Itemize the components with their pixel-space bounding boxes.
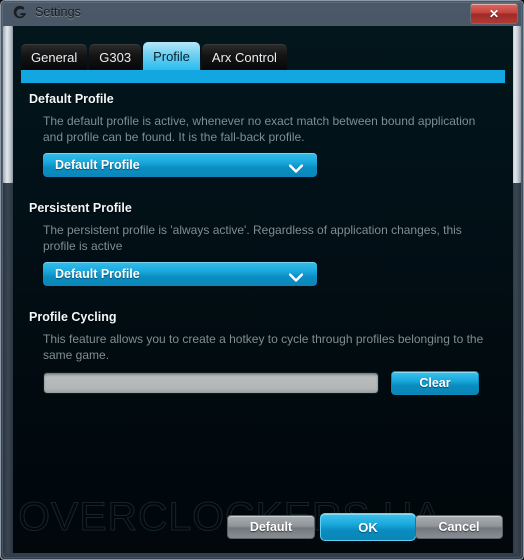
section-description-default-profile: The default profile is active, whenever … xyxy=(43,114,476,144)
close-icon: ✕ xyxy=(488,6,500,21)
title-bar: Settings ✕ xyxy=(1,1,523,25)
ok-button[interactable]: OK xyxy=(320,513,416,541)
tab-profile[interactable]: Profile xyxy=(143,42,200,70)
tab-general[interactable]: General xyxy=(21,44,88,70)
chevron-down-icon xyxy=(288,161,304,173)
section-description-persistent-profile: The persistent profile is 'always active… xyxy=(43,223,462,253)
section-description-profile-cycling: This feature allows you to create a hotk… xyxy=(43,332,484,362)
section-title-profile-cycling: Profile Cycling xyxy=(29,310,117,324)
logitech-g-icon xyxy=(11,4,29,22)
tab-g303-label: G303 xyxy=(99,49,132,65)
window-title: Settings xyxy=(35,5,81,19)
chevron-down-icon xyxy=(288,270,304,282)
default-button[interactable]: Default xyxy=(227,515,315,539)
tab-accent-band xyxy=(21,70,505,83)
clear-button[interactable]: Clear xyxy=(391,371,479,395)
section-profile-cycling: Profile Cycling This feature allows you … xyxy=(29,310,499,395)
tab-arx-control[interactable]: Arx Control xyxy=(201,44,287,70)
profile-cycling-hotkey-row: Clear xyxy=(43,371,499,395)
close-button[interactable]: ✕ xyxy=(470,3,518,24)
persistent-profile-dropdown-value: Default Profile xyxy=(55,267,140,281)
default-profile-dropdown[interactable]: Default Profile xyxy=(43,153,317,177)
left-scrollbar[interactable] xyxy=(3,26,13,553)
section-persistent-profile: Persistent Profile The persistent profil… xyxy=(29,201,499,286)
tab-general-label: General xyxy=(31,49,78,65)
left-scrollbar-thumb[interactable] xyxy=(3,26,13,183)
dialog-button-bar: Default OK Cancel xyxy=(13,513,513,543)
persistent-profile-dropdown[interactable]: Default Profile xyxy=(43,262,317,286)
settings-window: Settings ✕ General G303 Profile Arx Cont… xyxy=(0,0,524,560)
cancel-button[interactable]: Cancel xyxy=(415,515,503,539)
tab-arx-control-label: Arx Control xyxy=(211,49,277,65)
tab-profile-label: Profile xyxy=(153,48,190,64)
profile-cycling-hotkey-input[interactable] xyxy=(43,372,379,394)
tab-bar: General G303 Profile Arx Control xyxy=(21,42,289,70)
content-panel: General G303 Profile Arx Control Default… xyxy=(13,26,513,553)
default-profile-dropdown-value: Default Profile xyxy=(55,158,140,172)
section-title-persistent-profile: Persistent Profile xyxy=(29,201,132,215)
tab-g303[interactable]: G303 xyxy=(89,44,142,70)
section-title-default-profile: Default Profile xyxy=(29,92,114,106)
section-default-profile: Default Profile The default profile is a… xyxy=(29,92,499,177)
